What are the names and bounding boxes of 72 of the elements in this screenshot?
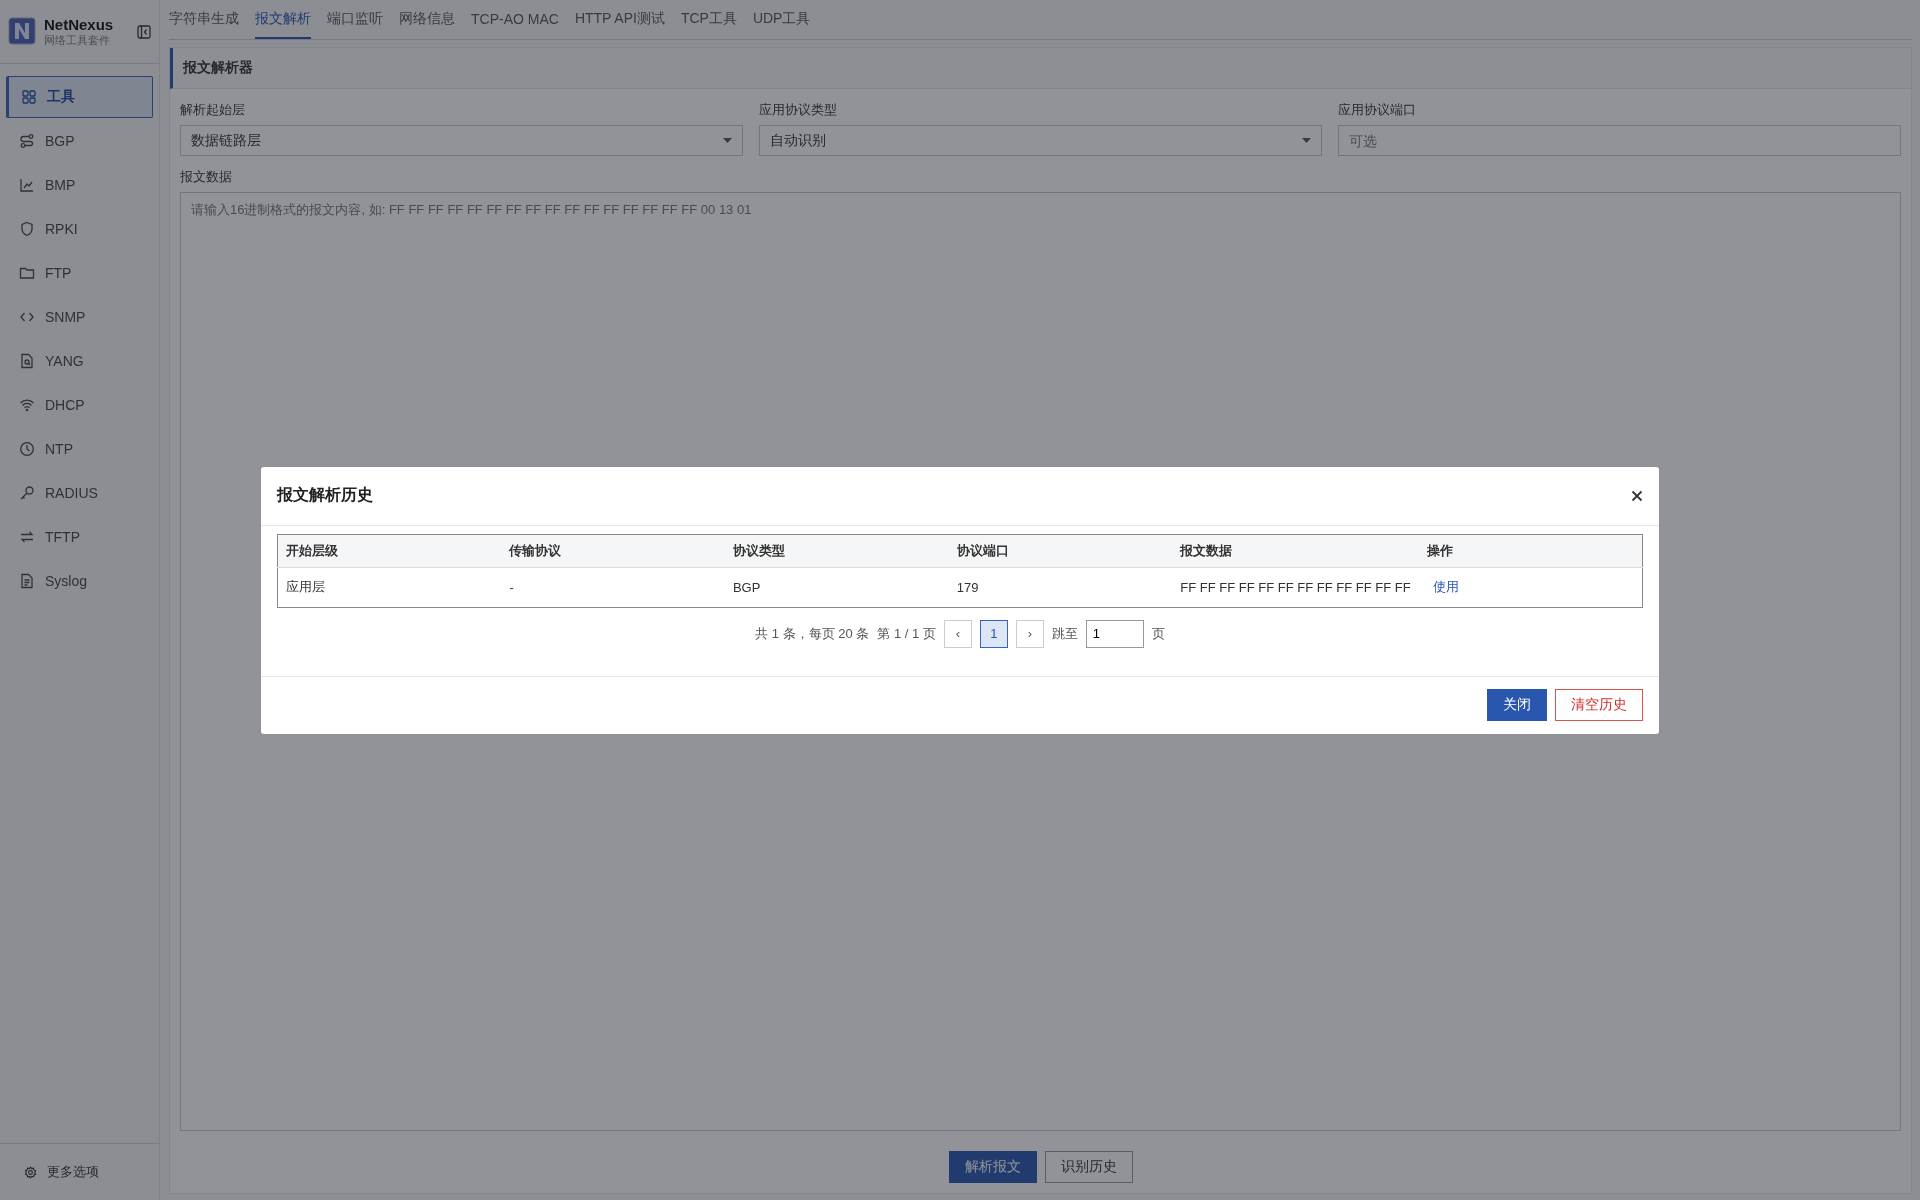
dropdown-caret-icon <box>1302 138 1311 143</box>
key-icon <box>19 485 35 501</box>
action-button[interactable]: 识别历史 <box>1044 1151 1133 1183</box>
next-page-button[interactable]: › <box>1015 619 1044 648</box>
select-field[interactable]: 自动识别 <box>759 125 1322 156</box>
table-cell: BGP <box>724 567 949 607</box>
tab[interactable]: 网络信息 <box>399 0 455 39</box>
sidebar-item[interactable]: RPKI <box>6 208 153 250</box>
tab[interactable]: TCP工具 <box>680 0 737 39</box>
settings-icon <box>24 1165 37 1179</box>
sidebar-item[interactable]: RADIUS <box>6 472 153 514</box>
prev-page-button[interactable]: ‹ <box>943 619 972 648</box>
sidebar-item[interactable]: TFTP <box>6 516 153 558</box>
column-header: 协议端口 <box>948 534 1173 567</box>
dropdown-caret-icon <box>723 138 732 143</box>
dialog-title: 报文解析历史 <box>277 485 373 505</box>
collapse-sidebar-icon[interactable] <box>137 24 151 39</box>
dialog-button[interactable]: 清空历史 <box>1555 689 1643 721</box>
panel-title: 报文解析器 <box>183 59 253 77</box>
sidebar-item[interactable]: BMP <box>6 164 153 206</box>
page-button[interactable]: 1 <box>979 619 1008 648</box>
column-header: 传输协议 <box>501 534 725 567</box>
tab[interactable]: TCP-AO MAC <box>471 0 559 39</box>
column-header: 开始层级 <box>277 534 502 567</box>
select-field[interactable]: 数据链路层 <box>180 125 743 156</box>
tab[interactable]: 字符串生成 <box>169 0 239 39</box>
app-name: NetNexus <box>44 15 115 33</box>
file-icon <box>19 573 35 589</box>
route-icon <box>19 133 35 149</box>
page-jump-field[interactable]: 1 <box>1085 619 1144 648</box>
table-cell: 179 <box>948 567 1173 607</box>
table-cell: FF FF FF FF FF FF FF FF FF FF FF FF <box>1172 567 1419 607</box>
more-options-link[interactable]: 更多选项 <box>47 1163 99 1181</box>
table-cell: 应用层 <box>277 567 502 607</box>
sidebar-item[interactable]: BGP <box>6 120 153 162</box>
sidebar-item[interactable]: NTP <box>6 428 153 470</box>
sidebar-item[interactable]: DHCP <box>6 384 153 426</box>
action-button[interactable]: 解析报文 <box>948 1151 1037 1183</box>
sidebar-item[interactable]: FTP <box>6 252 153 294</box>
column-header: 操作 <box>1418 534 1643 567</box>
field-label: 报文数据 <box>180 168 233 186</box>
close-icon[interactable] <box>1631 489 1643 502</box>
sidebar-item[interactable]: SNMP <box>6 296 153 338</box>
field-label: 应用协议端口 <box>1338 101 1417 119</box>
chart-icon <box>19 177 35 193</box>
table-cell: - <box>501 567 725 607</box>
tab[interactable]: 报文解析 <box>255 0 311 39</box>
wifi-icon <box>19 397 35 413</box>
column-header: 报文数据 <box>1172 534 1419 567</box>
sidebar-item[interactable]: 工具 <box>6 76 153 118</box>
clock-icon <box>19 441 35 457</box>
field-label: 解析起始层 <box>180 101 246 119</box>
tab[interactable]: UDP工具 <box>752 0 811 39</box>
pagination-summary: 共 1 条，每页 20 条 <box>755 624 870 643</box>
page-info: 第 1 / 1 页 <box>877 624 936 643</box>
swap-icon <box>19 529 35 545</box>
column-header: 协议类型 <box>724 534 949 567</box>
sidebar-item[interactable]: Syslog <box>6 560 153 602</box>
page-suffix: 页 <box>1151 624 1165 643</box>
sidebar-item[interactable]: YANG <box>6 340 153 382</box>
use-link[interactable]: 使用 <box>1426 579 1459 594</box>
field-label: 应用协议类型 <box>759 101 838 119</box>
tab[interactable]: HTTP API测试 <box>574 0 665 39</box>
filesearch-icon <box>19 353 35 369</box>
jump-label: 跳至 <box>1051 624 1078 643</box>
folder-icon <box>19 265 35 281</box>
app-logo-icon <box>8 16 38 47</box>
tab[interactable]: 端口监听 <box>327 0 383 39</box>
grid-icon <box>21 89 37 105</box>
input-field[interactable]: 可选 <box>1338 125 1901 156</box>
dialog-button[interactable]: 关闭 <box>1487 689 1547 721</box>
shield-icon <box>19 221 35 237</box>
